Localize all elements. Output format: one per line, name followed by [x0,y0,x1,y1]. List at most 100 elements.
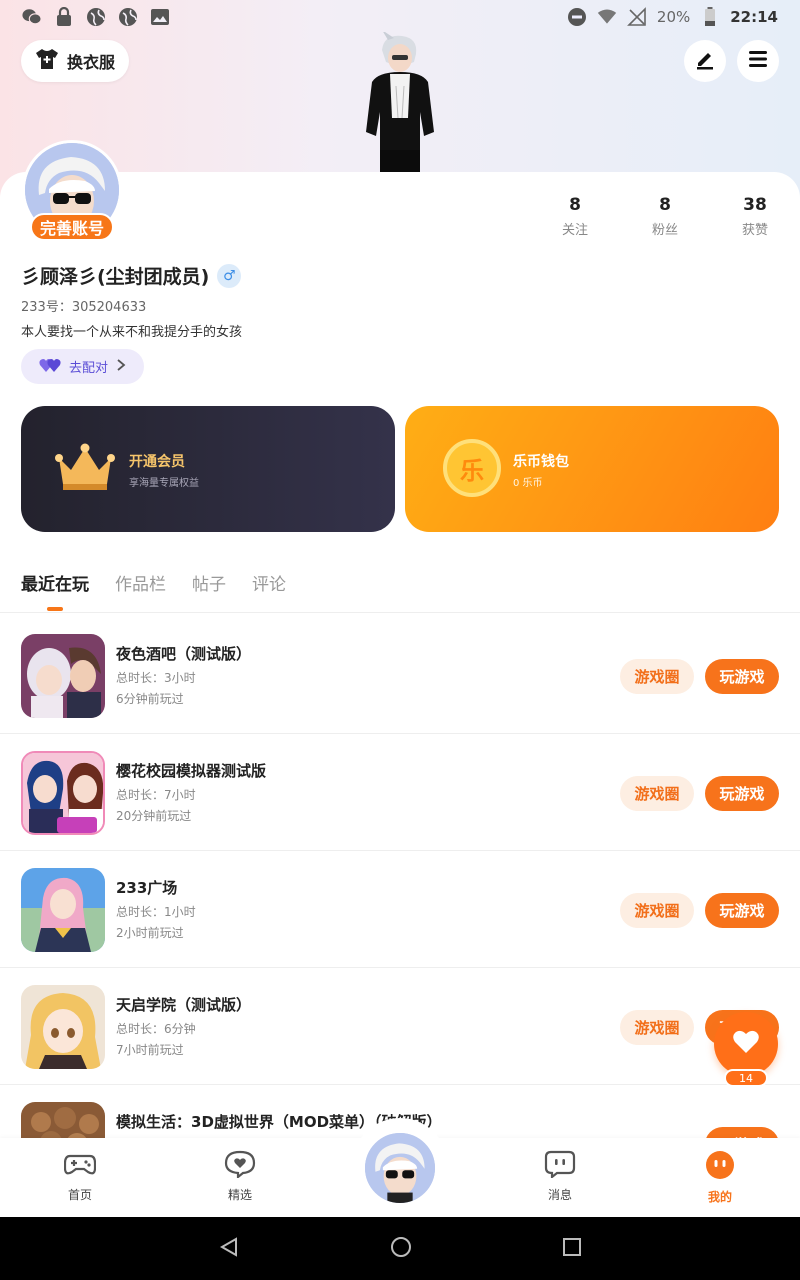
active-tab-indicator [47,607,63,611]
lock-icon [54,7,74,27]
stat-value: 38 [743,195,767,215]
nav-label: 我的 [707,1190,732,1204]
game-last-played: 7小时前玩过 [116,1043,184,1057]
recents-square-icon[interactable] [562,1237,582,1261]
lecoin-wallet-card[interactable]: 乐 乐币钱包 0 乐币 [405,406,779,532]
profile-stats: 8 关注 8 粉丝 38 获赞 [530,195,800,238]
wallet-title: 乐币钱包 [513,454,569,470]
game-icon [21,634,105,718]
play-game-button[interactable]: 玩游戏 [705,659,779,694]
game-circle-button[interactable]: 游戏圈 [620,893,694,928]
wechat-icon [22,7,42,27]
system-navigation-bar [0,1217,800,1280]
nav-messages[interactable]: 消息 [520,1150,600,1203]
username: 彡顾泽彡(尘封团成员) ♂ [21,262,242,289]
nav-home[interactable]: 首页 [40,1150,120,1203]
go-match-label: 去配对 [69,361,109,376]
status-bar: 20% 22:14 [0,0,800,34]
stat-label: 获赞 [741,223,768,238]
message-icon [544,1150,576,1182]
game-duration: 总时长：3小时 [116,671,196,685]
menu-button[interactable] [737,40,779,82]
tab-recently-played[interactable]: 最近在玩 [21,570,89,595]
list-item[interactable]: 夜色酒吧（测试版） 总时长：3小时 6分钟前玩过 游戏圈 玩游戏 [0,617,800,734]
battery-icon [700,7,720,27]
edit-profile-button[interactable] [684,40,726,82]
game-last-played: 2小时前玩过 [116,926,184,940]
change-clothes-button[interactable]: 换衣服 [21,40,129,82]
game-circle-button[interactable]: 游戏圈 [620,1010,694,1045]
complete-account-badge[interactable]: 完善账号 [30,213,114,241]
stat-following[interactable]: 8 关注 [530,195,620,238]
play-game-button[interactable]: 玩游戏 [705,776,779,811]
vip-title: 开通会员 [129,454,185,470]
play-game-button[interactable]: 玩游戏 [705,893,779,928]
clock: 22:14 [730,8,778,26]
profile-face-icon [704,1151,736,1184]
chevron-right-icon [116,358,126,376]
nav-profile[interactable]: 我的 [680,1150,760,1205]
change-clothes-label: 换衣服 [66,53,115,72]
username-text: 彡顾泽彡(尘封团成员) [21,266,210,288]
game-last-played: 6分钟前玩过 [116,692,184,706]
coin-icon: 乐 [443,439,501,497]
heart-chat-icon [224,1150,256,1182]
character-avatar-figure[interactable] [358,30,442,172]
game-circle-button[interactable]: 游戏圈 [620,659,694,694]
game-name: 233广场 [116,879,178,897]
user-id[interactable]: 233号：305204633 [21,296,146,315]
list-item[interactable]: 天启学院（测试版） 总时长：6分钟 7小时前玩过 游戏圈 玩游戏 [0,968,800,1085]
heart-icon [732,1029,760,1059]
tshirt-icon [35,48,59,74]
user-bio: 本人要找一个从来不和我提分手的女孩 [21,325,243,340]
profile-tabs: 最近在玩 作品栏 帖子 评论 [21,570,286,595]
globe-icon [118,7,138,27]
pencil-icon [694,48,716,74]
male-gender-icon: ♂ [217,263,242,288]
back-icon[interactable] [218,1236,240,1262]
nav-avatar-button[interactable] [362,1130,438,1206]
game-icon [21,751,105,835]
battery-percent: 20% [656,8,691,26]
game-duration: 总时长：6分钟 [116,1022,196,1036]
game-last-played: 20分钟前玩过 [116,809,192,823]
coin-glyph: 乐 [460,456,484,485]
game-duration: 总时长：7小时 [116,788,196,802]
hamburger-menu-icon [747,49,769,73]
game-duration: 总时长：1小时 [116,905,196,919]
no-signal-icon [626,7,647,27]
stat-value: 8 [569,195,581,215]
game-icon [21,868,105,952]
tab-posts[interactable]: 帖子 [192,570,226,595]
game-circle-button[interactable]: 游戏圈 [620,776,694,811]
image-icon [150,7,170,27]
list-item[interactable]: 233广场 总时长：1小时 2小时前玩过 游戏圈 玩游戏 [0,851,800,968]
tab-comments[interactable]: 评论 [252,570,286,595]
nav-label: 首页 [67,1188,92,1202]
go-match-button[interactable]: 去配对 [21,349,144,384]
game-name: 天启学院（测试版） [116,996,252,1014]
vip-membership-card[interactable]: 开通会员 享海量专属权益 [21,406,395,532]
stat-value: 8 [659,195,671,215]
tab-works[interactable]: 作品栏 [115,570,166,595]
stat-likes[interactable]: 38 获赞 [710,195,800,238]
nav-label: 消息 [547,1188,572,1202]
list-item[interactable]: 樱花校园模拟器测试版 总时长：7小时 20分钟前玩过 游戏圈 玩游戏 [0,734,800,851]
nav-label: 精选 [227,1188,252,1202]
game-name: 樱花校园模拟器测试版 [116,762,267,780]
globe-icon [86,7,106,27]
like-button[interactable] [714,1012,778,1076]
stat-label: 粉丝 [651,223,678,238]
do-not-disturb-icon [567,7,587,27]
home-circle-icon[interactable] [390,1236,412,1262]
divider [0,612,800,613]
stat-followers[interactable]: 8 粉丝 [620,195,710,238]
wallet-balance: 0 乐币 [513,478,543,489]
gamepad-icon [63,1154,97,1182]
game-name: 夜色酒吧（测试版） [116,645,252,663]
stat-label: 关注 [561,223,588,238]
crown-icon [53,440,117,500]
like-count-badge: 14 [724,1069,768,1087]
wifi-icon [597,7,617,27]
nav-featured[interactable]: 精选 [200,1150,280,1203]
